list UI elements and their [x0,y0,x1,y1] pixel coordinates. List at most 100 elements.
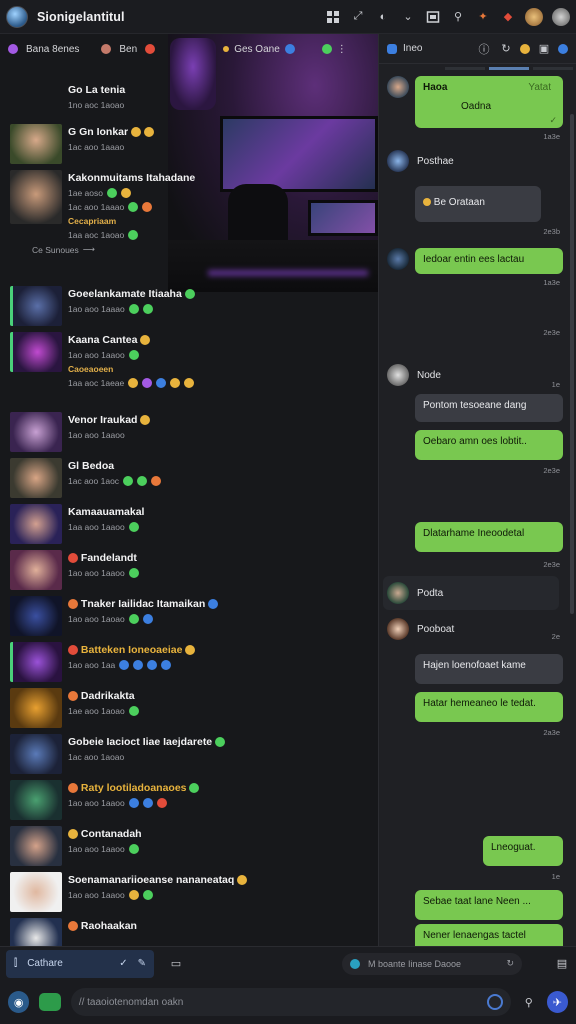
stream-list: Go La tenia 1no aoc 1aoao G Gn Ionkar 1a… [0,80,378,946]
stream-meta: 1ao aoo 1aaoo [68,430,125,440]
stream-thumbnail [10,332,62,372]
stream-thumbnail [10,872,62,912]
message-bubble: Be Orataan [415,186,541,222]
tab-active[interactable] [489,66,529,70]
panel-icon[interactable]: ▤ [554,956,570,972]
stream-list-header: Bana 8enes Ben Ges Oane ⋮ [0,34,378,64]
stream-row[interactable]: Tnaker Iailidac Itamaikan 1ao aoo 1aoao [0,594,378,640]
refresh-icon[interactable]: ↻ [498,41,514,57]
stream-row[interactable]: Gl Bedoa 1ac aoo 1aoc [0,456,378,502]
chevron-down-icon[interactable]: ⌄ [400,9,416,25]
refresh-icon[interactable]: ↻ [506,958,514,969]
stream-row[interactable]: Kamaauamakal 1aa aoo 1aaoo [0,502,378,548]
message-time: 2a3e [543,728,560,737]
window-icon[interactable] [425,9,441,25]
message-bubble: Hatar hemeaneo le tedat. [415,692,563,722]
message-author: Node [387,364,441,386]
expand-icon[interactable]: ⤢ [350,9,366,25]
flame-icon[interactable]: ✦ [475,9,491,25]
stream-row[interactable]: Kakonmuitams Itahadane 1ae aoso 1ac aoo … [0,168,378,284]
stream-row[interactable]: G Gn Ionkar 1ac aoo 1aaao [0,122,378,168]
browser-icon[interactable] [520,43,530,54]
stream-tag: Cecapriaam [68,216,117,226]
stream-name: Soenamanariioeanse nananeataq [68,874,248,886]
avatar-icon[interactable] [558,43,568,54]
stream-thumbnail [10,826,62,866]
message-author [387,76,409,98]
stream-meta: 1aa aoc 1aoao [68,230,195,240]
stream-name: G Gn Ionkar [68,126,154,138]
author-avatar [387,582,409,604]
shield-icon[interactable]: ◐ [375,9,391,25]
emoji-icon [106,188,117,198]
app-icon[interactable] [39,993,61,1011]
stream-meta: 1ac aoo 1aaao [68,142,125,152]
top-bar-actions: ⤢ ◐ ⌄ ⚲ ✦ ◆ [325,7,570,26]
emoji-icon [120,188,131,198]
message-author: Podta [383,576,559,610]
chat-header: Ineo ⓘ ↻ ▣ [379,34,576,64]
search-input[interactable]: M boante Iinase Daooe ↻ [342,952,522,975]
stream-meta: 1ao aoo 1aaoo [68,844,142,854]
more-icon[interactable]: ⋮ [337,44,347,55]
stream-name: Fandelandt [68,552,139,564]
columns-icon: ⫿ [14,958,18,969]
friend-avatar[interactable] [525,7,543,26]
message-time: 2e3e [543,466,560,475]
message-author [387,248,409,270]
stream-list-panel: Bana 8enes Ben Ges Oane ⋮ Go La tenia 1n… [0,34,378,946]
globe-icon[interactable]: ◉ [8,991,30,1013]
chat-scrollbar[interactable] [570,114,574,614]
stream-meta: 1ao aoo 1aoao [68,614,218,624]
compose-placeholder: // taaoiotenomdan oakn [78,996,184,1008]
chat-tabs [379,64,576,72]
stream-row[interactable]: Goeelankamate Itiaaha 1ao aoo 1aaao [0,284,378,330]
stream-thumbnail [10,596,62,636]
stream-tag: Caoeaoeen [68,364,114,374]
stream-row[interactable]: Soenamanariioeanse nananeataq 1ao aoo 1a… [0,870,378,916]
header-right: Ges Oane ⋮ [223,44,347,55]
pin-icon[interactable]: ⚲ [450,9,466,25]
tab[interactable] [445,66,485,70]
author-avatar [387,618,409,640]
message-bubble: Iedoar entin ees lactau [415,248,563,274]
stream-row[interactable]: Raty lootiladoanaoes 1ao aoo 1aaoo [0,778,378,824]
stream-row[interactable]: Batteken Ioneoaeiae 1ao aoo 1aa [0,640,378,686]
stream-meta: 1ao aoo 1aaao [68,304,195,314]
stream-row[interactable]: Venor Iraukad 1ao aoo 1aaoo [0,410,378,456]
stream-row[interactable]: Gobeie Iacioct Iiae Iaejdarete 1ac aoo 1… [0,732,378,778]
attach-icon[interactable]: ⚲ [521,994,537,1010]
edit-icon[interactable]: ✎ [138,958,146,969]
layout-icon[interactable]: ▭ [168,956,184,972]
stream-row[interactable]: Kaana Cantea 1ao aoo 1aaoo Caoeaoeen 1aa… [0,330,378,410]
stream-meta: 1ao aoo 1aa [68,660,195,670]
tag-icon[interactable]: ◆ [500,9,516,25]
emoji-picker-icon[interactable] [487,994,504,1010]
chat-panel: Ineo ⓘ ↻ ▣ Haoa Yatat Oadna ✓ 1a3e Posth… [378,34,576,946]
author-avatar [387,364,409,386]
stream-name: Kakonmuitams Itahadane [68,172,196,184]
profile-avatar[interactable] [552,7,570,26]
screen-icon[interactable]: ▣ [536,41,552,57]
grid-icon[interactable] [325,9,341,25]
stream-row[interactable]: Dadrikakta 1ae aoo 1aoao [0,686,378,732]
bottom-toolbar: ⫿ Cathare ✓ ✎ ▭ M boante Iinase Daooe ↻ … [0,946,576,980]
stream-row[interactable]: Go La tenia 1no aoc 1aoao [0,80,378,122]
stream-meta: 1aa aoo 1aaoo [68,522,144,532]
stream-row[interactable]: Raohaakan [0,916,378,946]
stream-meta: 1ae aoo 1aoao [68,706,139,716]
stream-row[interactable]: Contanadah 1ao aoo 1aaoo [0,824,378,870]
user-avatar[interactable] [6,5,28,28]
compose-input[interactable]: // taaoiotenomdan oakn [70,988,512,1016]
send-icon[interactable]: ✈ [546,991,568,1013]
info-icon[interactable]: ⓘ [476,41,492,57]
tab[interactable] [533,66,573,70]
message-time: 1a3e [543,278,560,287]
stream-meta: 1ae aoso [68,188,195,198]
active-tab-pill[interactable]: ⫿ Cathare ✓ ✎ [6,949,154,978]
message-time: 2e3e [543,328,560,337]
stream-row[interactable]: Fandelandt 1ao aoo 1aaoo [0,548,378,594]
stream-thumbnail [10,688,62,728]
stream-name: Goeelankamate Itiaaha [68,288,195,300]
diamond-icon [284,44,295,54]
